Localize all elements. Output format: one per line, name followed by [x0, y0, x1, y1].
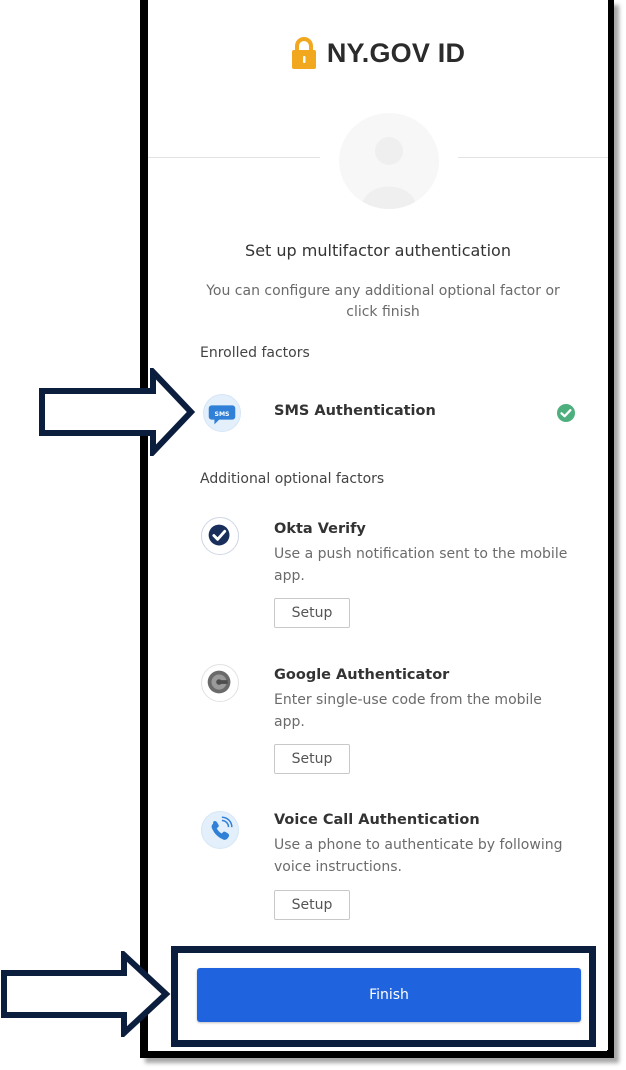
sms-icon: SMS [203, 394, 241, 432]
okta-verify-setup-button[interactable]: Setup [274, 598, 350, 628]
factor-name-voice-call: Voice Call Authentication [274, 812, 480, 828]
avatar [339, 113, 439, 209]
phone-icon [201, 811, 239, 849]
page-title: Set up multifactor authentication [245, 241, 511, 260]
finish-button[interactable]: Finish [197, 968, 581, 1022]
brand-name: NY.GOV ID [326, 37, 466, 68]
lock-icon [291, 37, 316, 69]
mfa-setup-card: NY.GOV ID Set up multifactor authenticat… [148, 0, 608, 1050]
user-silhouette-icon [361, 137, 417, 209]
annotation-arrow-icon [1, 951, 171, 1037]
annotation-arrow-icon [39, 368, 196, 456]
factor-description: Use a phone to authenticate by following… [274, 837, 563, 875]
svg-text:SMS: SMS [215, 411, 230, 418]
divider [458, 157, 608, 158]
optional-factors-heading: Additional optional factors [200, 471, 385, 487]
brand-header: NY.GOV ID [148, 36, 608, 74]
google-authenticator-icon [201, 664, 239, 702]
divider [148, 157, 320, 158]
voice-call-setup-button[interactable]: Setup [274, 890, 350, 920]
factor-name-google-authenticator: Google Authenticator [274, 667, 450, 683]
factor-description: Use a push notification sent to the mobi… [274, 546, 568, 584]
page-subtitle: You can configure any additional optiona… [206, 283, 560, 320]
check-circle-icon [557, 404, 575, 422]
factor-name-okta-verify: Okta Verify [274, 521, 366, 537]
enrolled-factors-heading: Enrolled factors [200, 345, 310, 361]
factor-name-sms: SMS Authentication [274, 403, 436, 419]
okta-verify-icon [201, 517, 239, 555]
google-authenticator-setup-button[interactable]: Setup [274, 744, 350, 774]
factor-description: Enter single-use code from the mobile ap… [274, 692, 542, 730]
